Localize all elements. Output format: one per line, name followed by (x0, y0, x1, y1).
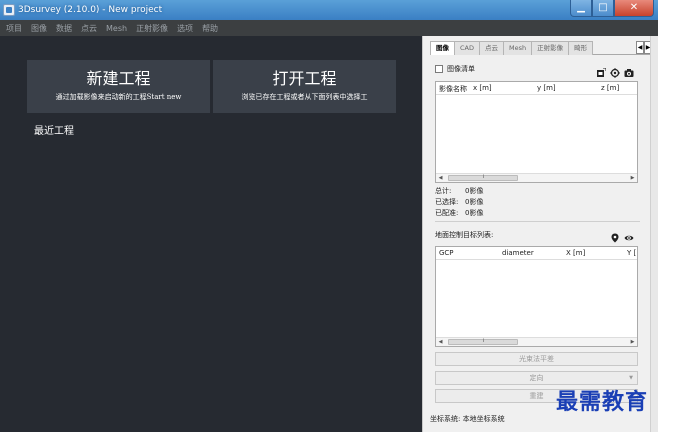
image-tools (592, 63, 634, 78)
column-header-z[interactable]: z [m] (601, 84, 619, 92)
stat-total: 总计: 0影像 (435, 186, 483, 196)
open-project-button[interactable]: 打开工程 浏览已存在工程或者从下面列表中选择工 (213, 60, 396, 113)
gcp-table-hscrollbar[interactable]: ◀ ▶ (436, 337, 637, 346)
panel-vertical-scrollbar[interactable] (650, 36, 658, 432)
watermark-text: 最需教育 (556, 389, 649, 415)
image-list-label: 图像清单 (447, 65, 475, 73)
minimize-button[interactable]: ▁ (570, 0, 592, 17)
tab-mesh[interactable]: Mesh (503, 41, 533, 55)
menu-item-help[interactable]: 帮助 (202, 23, 218, 34)
panel-tabs: 图像 CAD 点云 Mesh 正射影像 畸形 ◀ ▶ (430, 41, 652, 55)
menu-item-options[interactable]: 选项 (177, 23, 193, 34)
scroll-thumb[interactable] (448, 339, 518, 345)
scroll-right-icon[interactable]: ▶ (628, 174, 637, 182)
new-project-title: 新建工程 (86, 69, 151, 88)
camera-icon[interactable] (624, 63, 634, 77)
column-header-x-m[interactable]: X [m] (566, 249, 585, 257)
eye-icon[interactable] (624, 228, 634, 241)
gcp-table-header: GCP diameter X [m] Y [ (436, 247, 637, 260)
image-table-hscrollbar[interactable]: ◀ ▶ (436, 173, 637, 182)
tab-orthophoto[interactable]: 正射影像 (531, 41, 570, 55)
column-header-x[interactable]: x [m] (473, 84, 492, 92)
scroll-left-icon[interactable]: ◀ (436, 338, 445, 346)
column-header-image-name[interactable]: 影像名称 (439, 84, 467, 94)
menu-item-data[interactable]: 数据 (56, 23, 72, 34)
open-project-title: 打开工程 (272, 69, 337, 88)
gcp-list-label: 地面控制目标列表: (435, 231, 494, 239)
stat-total-label: 总计: (435, 187, 452, 195)
new-project-subtitle: 通过加载影像来启动新的工程Start new (55, 93, 182, 101)
scroll-left-icon[interactable]: ◀ (436, 174, 445, 182)
coordinate-system-label: 坐标系统: 本地坐标系统 (430, 415, 505, 423)
column-header-diameter[interactable]: diameter (502, 249, 534, 257)
side-panel: 图像 CAD 点云 Mesh 正射影像 畸形 ◀ ▶ 图像清单 影像名称 x [… (422, 36, 652, 432)
stat-total-value: 0影像 (465, 187, 484, 195)
stat-registered: 已配准: 0影像 (435, 208, 483, 218)
stat-selected-label: 已选择: (435, 198, 459, 206)
menu-bar: 项目 图像 数据 点云 Mesh 正射影像 选项 帮助 (0, 20, 658, 36)
maximize-button[interactable]: □ (592, 0, 614, 17)
window-title: 3Dsurvey (2.10.0) - New project (18, 5, 163, 15)
menu-item-project[interactable]: 项目 (6, 23, 22, 34)
orientation-label: 定向 (529, 374, 544, 382)
scroll-thumb[interactable] (448, 175, 518, 181)
stat-registered-value: 0影像 (465, 209, 484, 217)
open-project-subtitle: 浏览已存在工程或者从下面列表中选择工 (241, 93, 368, 101)
close-button[interactable]: ✕ (614, 0, 654, 17)
recent-projects-heading: 最近工程 (34, 126, 74, 137)
gcp-table[interactable]: GCP diameter X [m] Y [ ◀ ▶ (435, 246, 638, 347)
new-project-button[interactable]: 新建工程 通过加载影像来启动新的工程Start new (27, 60, 210, 113)
scroll-right-icon[interactable]: ▶ (628, 338, 637, 346)
bundle-adjustment-button[interactable]: 光束法平差 (435, 352, 638, 366)
stat-selected: 已选择: 0影像 (435, 197, 483, 207)
title-bar[interactable]: 3Dsurvey (2.10.0) - New project ▁ □ ✕ (0, 0, 658, 20)
menu-item-orthophoto[interactable]: 正射影像 (136, 23, 168, 34)
tab-distortion[interactable]: 畸形 (568, 41, 594, 55)
tab-scroll-left-icon[interactable]: ◀ (636, 41, 644, 54)
menu-item-mesh[interactable]: Mesh (106, 24, 127, 33)
image-list-toggle[interactable]: 图像清单 (435, 64, 475, 74)
app-logo-icon (3, 4, 15, 16)
column-header-y-m[interactable]: Y [ (627, 249, 636, 257)
image-table-header: 影像名称 x [m] y [m] z [m] (436, 82, 637, 95)
app-window: 3Dsurvey (2.10.0) - New project ▁ □ ✕ 项目… (0, 0, 658, 432)
stat-registered-label: 已配准: (435, 209, 459, 217)
tab-pointcloud[interactable]: 点云 (479, 41, 504, 55)
orientation-dropdown[interactable]: 定向 ▼ (435, 371, 638, 385)
image-table[interactable]: 影像名称 x [m] y [m] z [m] ◀ ▶ (435, 81, 638, 183)
column-header-gcp[interactable]: GCP (439, 249, 454, 257)
chevron-down-icon: ▼ (629, 375, 633, 381)
map-pin-icon[interactable] (610, 228, 620, 243)
menu-item-pointcloud[interactable]: 点云 (81, 23, 97, 34)
locate-target-icon[interactable] (610, 63, 620, 78)
add-image-icon[interactable] (596, 63, 607, 77)
window-controls: ▁ □ ✕ (570, 0, 654, 17)
tab-images[interactable]: 图像 (430, 41, 455, 55)
column-header-y[interactable]: y [m] (537, 84, 556, 92)
tab-cad[interactable]: CAD (454, 41, 480, 55)
panel-divider (435, 221, 640, 222)
start-page: 新建工程 通过加载影像来启动新的工程Start new 打开工程 浏览已存在工程… (0, 36, 422, 432)
stat-selected-value: 0影像 (465, 198, 484, 206)
menu-item-images[interactable]: 图像 (31, 23, 47, 34)
gcp-tools (606, 228, 634, 243)
image-list-checkbox[interactable] (435, 65, 443, 73)
